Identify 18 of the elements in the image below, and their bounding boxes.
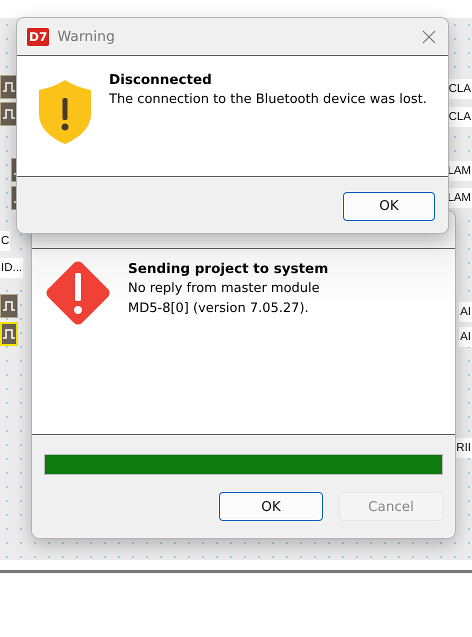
warning-shield-icon <box>37 78 93 146</box>
block-label: AI <box>459 302 472 322</box>
close-icon[interactable] <box>422 30 436 44</box>
block-label: CLA <box>448 79 472 99</box>
window-title: Warning <box>57 28 116 44</box>
block-label: CLA <box>448 107 472 127</box>
app-logo-icon: D7 <box>27 28 50 46</box>
block-label: C <box>0 231 10 251</box>
block-label: ID... <box>0 258 24 278</box>
dialog-button[interactable]: OK <box>219 492 323 521</box>
message-heading: Disconnected <box>109 71 213 90</box>
block-label: AI <box>459 327 472 347</box>
message-text: MD5-8[0] (version 7.05.27). <box>128 300 310 318</box>
dialog-button[interactable]: OK <box>343 192 435 220</box>
block-label: RII <box>455 438 472 458</box>
message-text: The connection to the Bluetooth device was lost. <box>109 91 427 109</box>
message-heading: Sending project to system <box>128 260 328 279</box>
message-text: No reply from master module <box>128 280 321 298</box>
